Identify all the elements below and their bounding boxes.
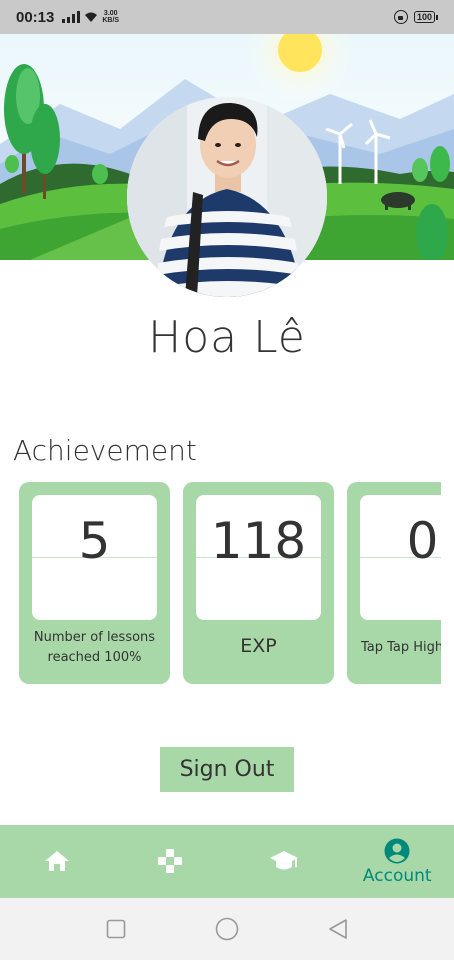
achievement-value: 0 [406, 512, 439, 570]
sign-out-button[interactable]: Sign Out [160, 747, 294, 792]
achievement-label: Number of lessons reached 100% [33, 630, 156, 665]
achievement-carousel[interactable]: 5 Number of lessons reached 100% 118 EXP… [19, 482, 441, 684]
achievement-card-lessons[interactable]: 5 Number of lessons reached 100% [19, 482, 170, 684]
achievement-card-exp[interactable]: 118 EXP [183, 482, 334, 684]
circle-icon [215, 917, 239, 941]
achievement-value: 118 [210, 512, 307, 570]
battery-level: 100 [413, 11, 435, 23]
network-speed-unit: KB/S [102, 17, 120, 24]
recents-button[interactable] [101, 914, 131, 944]
status-time: 00:13 [16, 8, 55, 26]
rotation-lock-icon [393, 10, 408, 24]
gamepad-icon [158, 848, 183, 873]
nav-item-account[interactable]: Account [341, 825, 454, 898]
nav-item-home[interactable] [0, 825, 114, 898]
achievement-label: Tap Tap High [361, 640, 441, 655]
system-nav-bar [0, 898, 454, 960]
home-icon [44, 850, 69, 871]
achievement-heading: Achievement [13, 434, 197, 467]
status-bar: 00:13 3.00 KB/S 100 [0, 0, 454, 34]
back-triangle-icon [329, 919, 348, 939]
nav-item-learn[interactable] [227, 825, 341, 898]
graduation-cap-icon [269, 850, 298, 869]
signal-icon [62, 11, 81, 23]
home-button[interactable] [212, 914, 242, 944]
network-speed: 3.00 KB/S [102, 10, 119, 24]
battery-icon: 100 [413, 11, 438, 23]
achievement-label: EXP [240, 635, 277, 657]
network-speed-value: 3.00 [103, 10, 118, 17]
wifi-icon [85, 12, 98, 22]
user-name: Hoa Lê [148, 312, 306, 363]
bottom-nav: Account [0, 825, 454, 898]
nav-label-account: Account [362, 865, 432, 886]
achievement-value: 5 [78, 512, 111, 570]
avatar[interactable] [127, 97, 327, 297]
account-circle-icon [384, 838, 410, 863]
square-icon [106, 919, 125, 939]
back-button[interactable] [323, 914, 353, 944]
achievement-card-tap-tap[interactable]: 0 Tap Tap High [347, 482, 441, 684]
nav-item-games[interactable] [114, 825, 228, 898]
